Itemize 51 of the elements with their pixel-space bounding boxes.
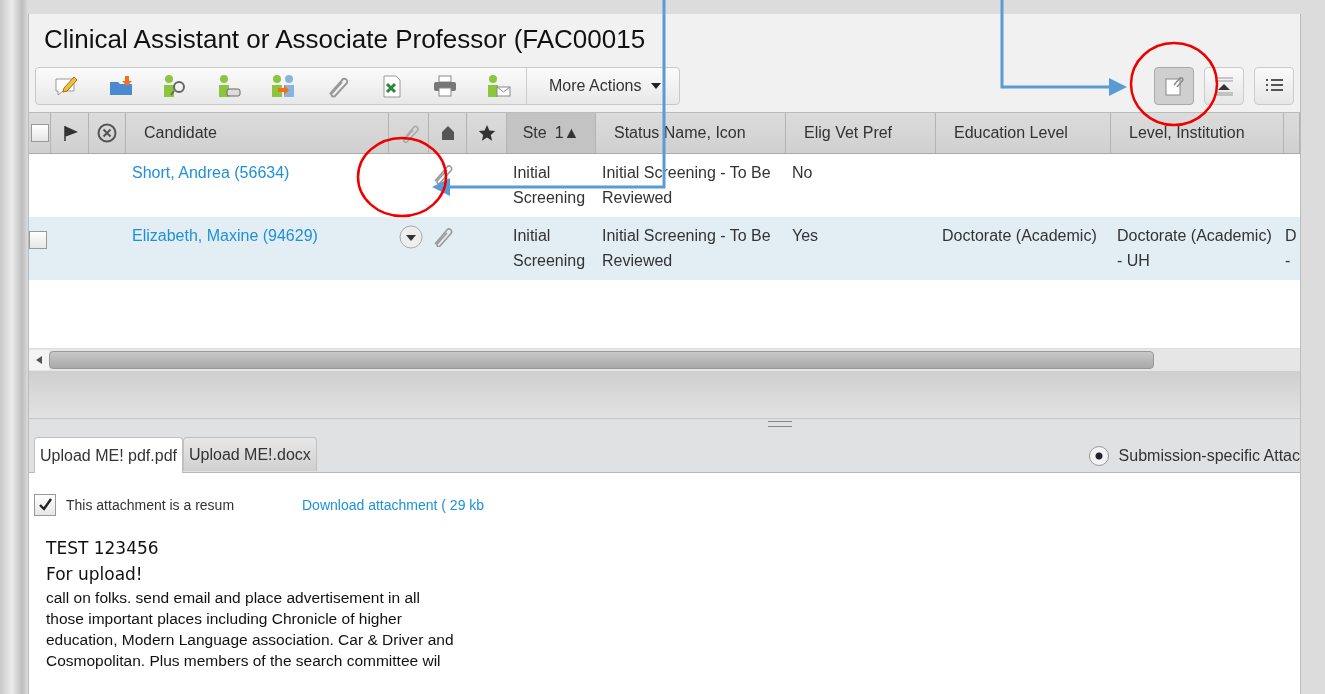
paperclip-icon[interactable] xyxy=(431,162,453,184)
page-title: Clinical Assistant or Associate Professor (FAC00015 xyxy=(44,23,646,55)
table-cell-text: Initial Screening xyxy=(513,163,587,208)
download-link[interactable]: Download attachment ( 29 kb xyxy=(302,497,485,513)
home-icon xyxy=(440,125,455,141)
table-cell-text: No xyxy=(792,163,813,183)
column-header[interactable]: Level, Institution xyxy=(1111,124,1283,142)
cancel-icon xyxy=(97,123,117,143)
file-tab[interactable]: Upload ME! pdf.pdf xyxy=(34,437,183,473)
column-header[interactable]: Education Level xyxy=(936,124,1110,142)
table-cell-text: Doctorate (Academic) xyxy=(942,226,1097,246)
collapse-icon xyxy=(1213,75,1235,97)
table-cell-text: Doctorate (Academic) - UH xyxy=(1117,226,1273,271)
left-arrow-icon xyxy=(36,356,42,364)
list-view-button[interactable] xyxy=(1254,67,1294,105)
scroll-left-button[interactable] xyxy=(29,350,49,370)
splitter-handle[interactable] xyxy=(29,419,1300,429)
grip-icon[interactable] xyxy=(767,421,792,427)
caret-icon xyxy=(651,83,662,89)
select-all-checkbox[interactable] xyxy=(30,124,49,142)
table-cell-text: Initial Screening xyxy=(513,226,587,271)
more-actions-button[interactable]: More Actions xyxy=(526,68,676,104)
page-clip-icon xyxy=(1163,75,1185,97)
column-header[interactable]: Status Name, Icon xyxy=(596,124,785,142)
radio-button[interactable] xyxy=(1088,445,1109,466)
candidate-link[interactable]: Short, Andrea (56634) xyxy=(132,164,290,181)
checkmark-icon xyxy=(37,497,53,513)
resume-checkbox[interactable] xyxy=(34,494,56,516)
collapse-view-button[interactable] xyxy=(1204,67,1244,105)
scrollbar-thumb[interactable] xyxy=(49,351,1154,369)
checkbox-label: This attachment is a resum xyxy=(66,497,236,513)
document-text-line: education, Modern Language association. Car & Driver and xyxy=(46,630,455,650)
flag-icon xyxy=(61,125,78,141)
document-text-line: those important places including Chronicle of higher xyxy=(46,609,403,629)
file-tab[interactable]: Upload ME!.docx xyxy=(182,437,317,471)
star-icon xyxy=(477,124,496,142)
document-text-line: call on folks. send email and place advertisement in all xyxy=(46,588,421,608)
paperclip-icon[interactable] xyxy=(431,225,453,247)
dropdown-icon[interactable] xyxy=(399,225,423,249)
row-checkbox[interactable] xyxy=(29,231,47,249)
document-text-line: Cosmopolitan. Plus members of the search committee wil xyxy=(46,651,442,671)
column-header[interactable]: Candidate xyxy=(126,124,388,142)
document-heading: TEST 123456 xyxy=(46,537,160,560)
horizontal-scrollbar[interactable] xyxy=(29,348,1300,371)
column-header[interactable]: Elig Vet Pref xyxy=(786,124,935,142)
table-cell-text: D - xyxy=(1285,226,1298,271)
table-cell-text: Initial Screening - To Be Reviewed xyxy=(602,226,772,271)
table-cell-text: Yes xyxy=(792,226,819,246)
radio-label: Submission-specific Attac xyxy=(1118,446,1300,465)
attachment-view-button[interactable] xyxy=(1154,67,1194,105)
document-subheading: For upload! xyxy=(46,563,144,586)
